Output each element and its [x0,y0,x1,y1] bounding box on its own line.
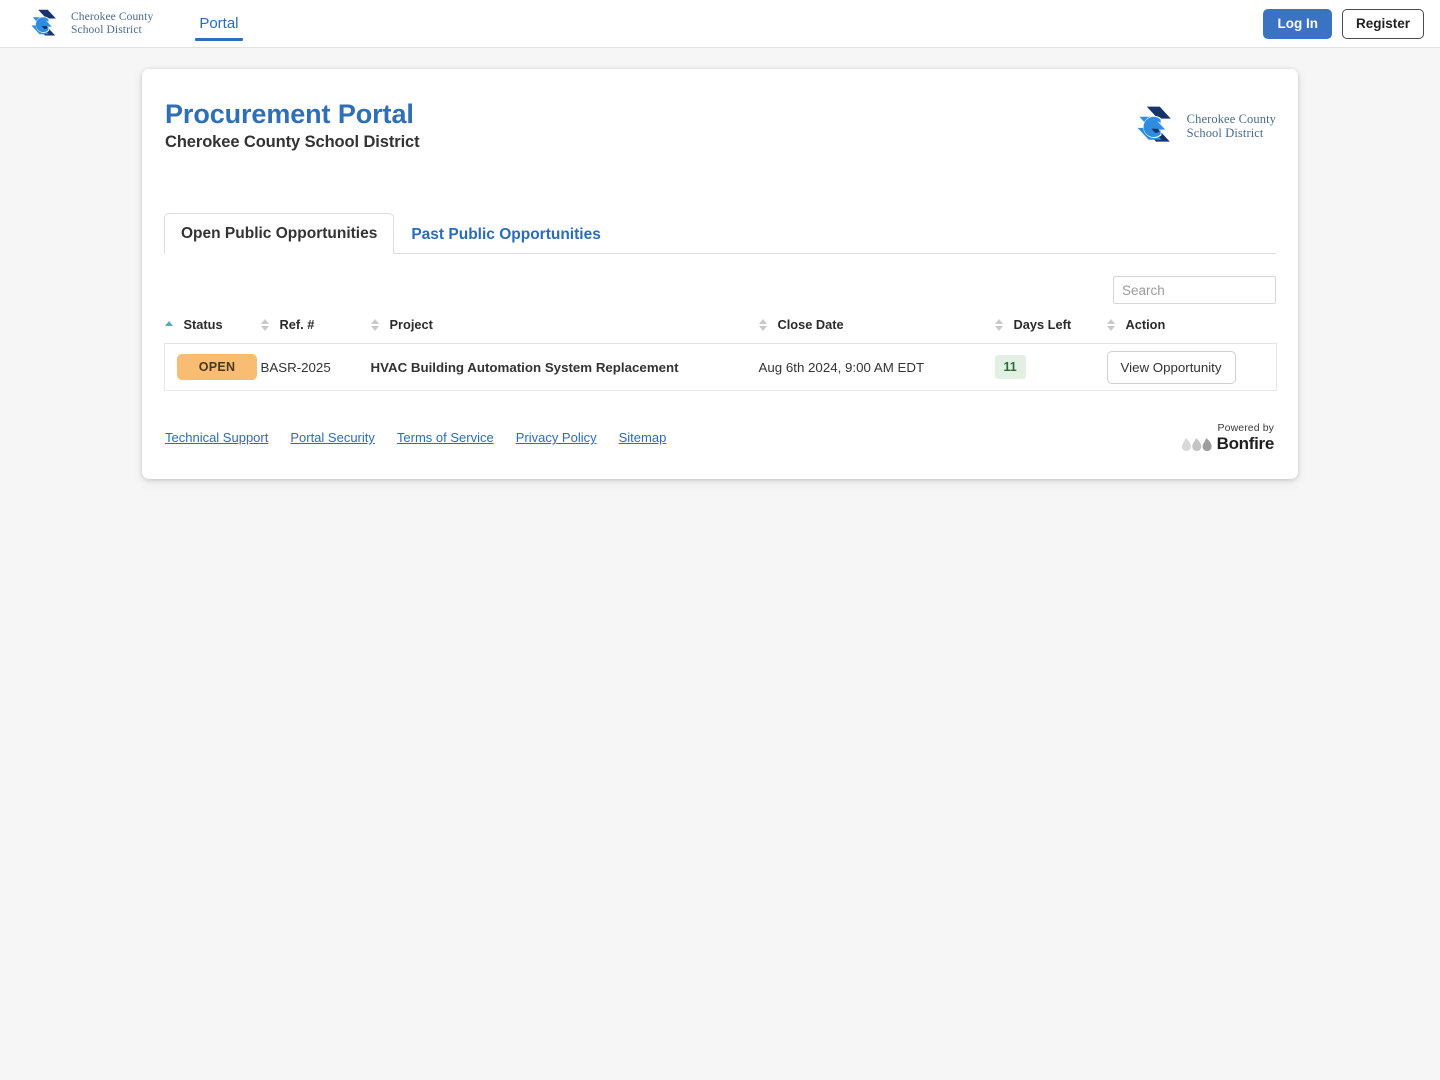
navbar-brand-line2: School District [71,23,142,36]
sort-arrow-close-date-icon[interactable] [758,318,769,331]
nav-link-portal[interactable]: Portal [195,0,243,48]
log-in-button[interactable]: Log In [1263,8,1332,39]
table-header: Status Ref. # Project Close Date Days Le… [164,313,1277,344]
view-opportunity-button[interactable]: View Opportunity [1106,350,1236,384]
table-body: OPEN BASR-2025 HVAC Building Automation … [164,343,1277,391]
cell-action: View Opportunity [1106,343,1277,391]
procurement-portal-card: Procurement Portal Cherokee County Schoo… [142,69,1298,479]
footer-links: Technical Support Portal Security Terms … [165,430,666,445]
table-row[interactable]: OPEN BASR-2025 HVAC Building Automation … [164,343,1277,391]
footer-link-privacy-policy[interactable]: Privacy Policy [516,430,597,445]
register-button[interactable]: Register [1341,8,1424,39]
footer-link-sitemap[interactable]: Sitemap [619,430,667,445]
sort-arrow-action-icon[interactable] [1106,318,1117,331]
card-district-logo: Cherokee County School District [1133,103,1276,149]
column-header-ref[interactable]: Ref. # [260,313,371,344]
title-block: Procurement Portal Cherokee County Schoo… [164,99,1133,152]
table-header-row: Status Ref. # Project Close Date Days Le… [164,313,1277,344]
footer-link-portal-security[interactable]: Portal Security [290,430,375,445]
column-label-days-left: Days Left [1013,317,1072,332]
footer-link-terms-of-service[interactable]: Terms of Service [397,430,494,445]
card-logo-text: Cherokee County School District [1187,112,1276,140]
column-label-action: Action [1125,317,1166,332]
cell-close-date: Aug 6th 2024, 9:00 AM EDT [758,343,995,391]
tab-open-public-opportunities[interactable]: Open Public Opportunities [164,213,395,254]
column-label-project: Project [389,317,433,332]
column-header-status[interactable]: Status [164,313,261,344]
cherokee-c-logo-icon [1137,106,1171,142]
navbar-brand-text: Cherokee County School District [71,11,153,36]
column-header-project[interactable]: Project [370,313,759,344]
card-header: Procurement Portal Cherokee County Schoo… [164,69,1276,169]
search-input[interactable] [1113,276,1276,304]
opportunities-table: Status Ref. # Project Close Date Days Le… [164,313,1277,391]
powered-by-label: Powered by [1217,422,1274,434]
page-title: Procurement Portal [165,99,414,129]
footer-link-technical-support[interactable]: Technical Support [165,430,268,445]
days-left-badge: 11 [994,355,1026,379]
bonfire-wordmark: Bonfire [1216,434,1275,453]
top-navbar: Cherokee County School District Portal L… [0,0,1440,48]
page-subtitle: Cherokee County School District [165,133,420,151]
cell-days-left: 11 [994,343,1107,391]
navbar-brand-logo[interactable]: Cherokee County School District [28,0,153,48]
tab-past-public-opportunities[interactable]: Past Public Opportunities [394,214,617,254]
sort-arrow-ref-icon[interactable] [260,318,271,331]
cell-project: HVAC Building Automation System Replacem… [370,343,759,391]
column-label-status: Status [183,317,223,332]
column-header-days-left[interactable]: Days Left [994,313,1107,344]
navbar-actions: Log In Register [1263,8,1424,39]
cherokee-c-logo-icon [31,9,56,36]
powered-by-bonfire: Powered by Bonfire [1181,422,1276,453]
column-header-action[interactable]: Action [1106,313,1277,344]
opportunity-tabs: Open Public Opportunities Past Public Op… [164,213,1276,254]
card-logo-line2: School District [1186,126,1264,140]
cell-status: OPEN [164,343,261,391]
bonfire-flames-icon [1181,437,1212,451]
card-logo-line1: Cherokee County [1186,112,1276,126]
column-label-close-date: Close Date [777,317,844,332]
cell-ref: BASR-2025 [260,343,371,391]
card-footer: Technical Support Portal Security Terms … [164,391,1276,479]
status-badge: OPEN [177,354,257,380]
column-header-close-date[interactable]: Close Date [758,313,995,344]
column-label-ref: Ref. # [279,317,315,332]
search-row [164,254,1276,313]
navbar-brand-line1: Cherokee County [71,10,154,23]
sort-arrow-days-left-icon[interactable] [994,318,1005,331]
sort-arrow-project-icon[interactable] [370,318,381,331]
navbar-links: Portal [195,0,243,48]
sort-arrow-status-icon[interactable] [164,321,175,328]
